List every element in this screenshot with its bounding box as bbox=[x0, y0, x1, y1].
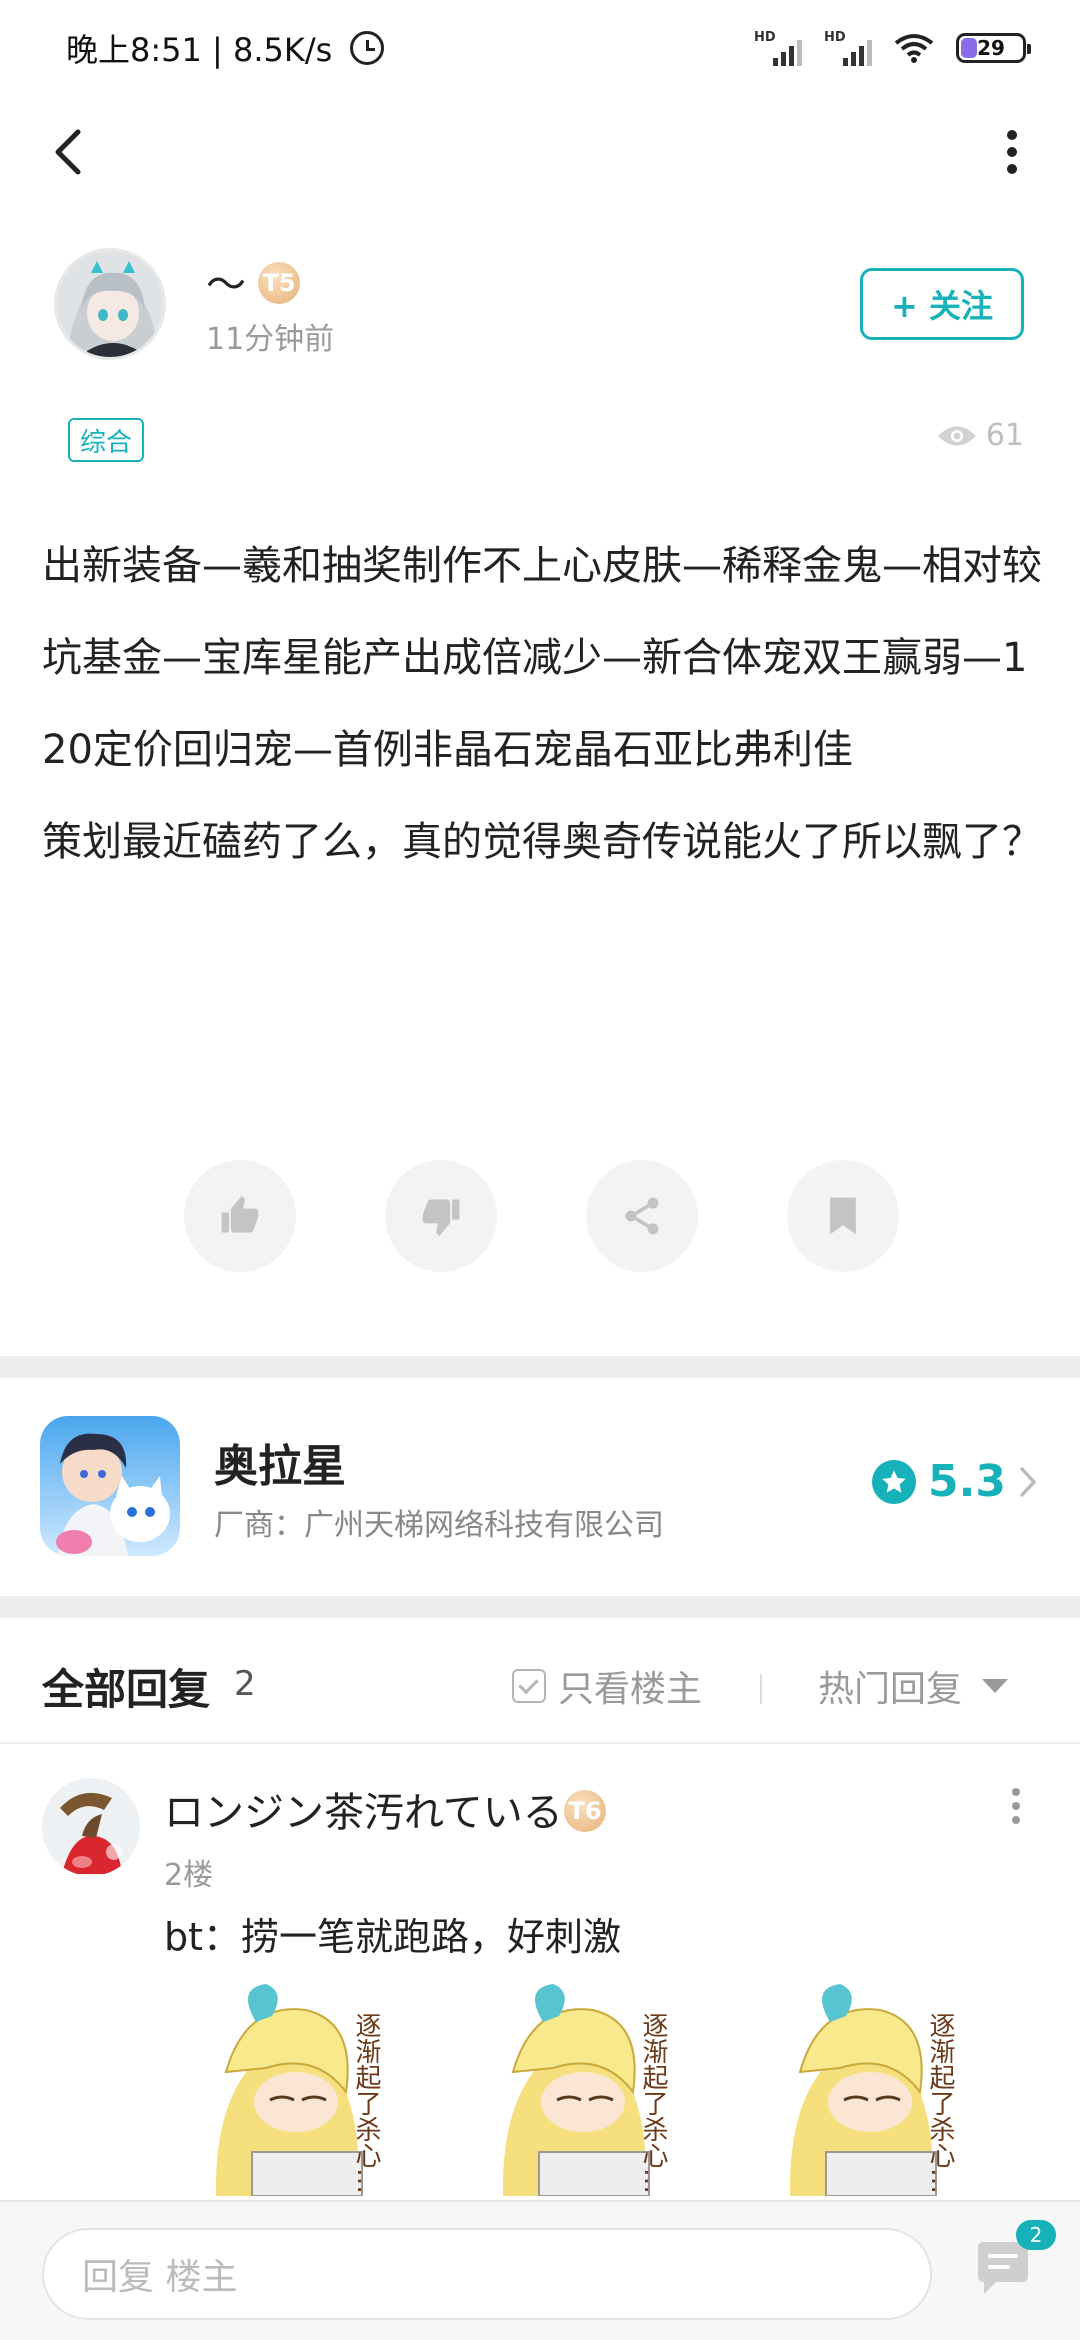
eye-icon bbox=[937, 426, 976, 445]
game-card[interactable]: 奥拉星 厂商：广州天梯网络科技有限公司 5.3 bbox=[0, 1378, 1080, 1596]
header-separator bbox=[760, 1674, 762, 1704]
reply-item: ロンジン茶汚れている T6 2楼 bt：捞一笔就跑路，好刺激 逐渐起了杀心… 逐… bbox=[0, 1746, 1080, 2206]
only-op-label: 只看楼主 bbox=[558, 1669, 703, 1710]
reply-text: bt：捞一笔就跑路，好刺激 bbox=[164, 1915, 622, 1959]
reply-author-name[interactable]: ロンジン茶汚れている bbox=[164, 1780, 563, 1838]
follow-button-label: + 关注 bbox=[891, 287, 993, 325]
sticker-caption-2: 逐渐起了杀心… bbox=[638, 2012, 668, 2194]
category-label: 综合 bbox=[80, 427, 133, 458]
like-button[interactable] bbox=[184, 1160, 296, 1272]
author-row: 〜 T5 11分钟前 + 关注 bbox=[0, 240, 1080, 370]
view-count-value: 61 bbox=[985, 418, 1024, 453]
follow-button[interactable]: + 关注 bbox=[860, 268, 1024, 340]
bottom-bar: 回复 楼主 2 bbox=[0, 2200, 1080, 2340]
reply-input[interactable]: 回复 楼主 bbox=[42, 2228, 932, 2320]
battery-level: 29 bbox=[977, 36, 1005, 60]
triangle-down-icon bbox=[982, 1679, 1009, 1693]
thumb-up-icon bbox=[221, 1195, 259, 1233]
status-bar: 晚上8:51 | 8.5K/s HD HD 29 bbox=[0, 0, 1080, 96]
author-name[interactable]: 〜 bbox=[206, 252, 246, 310]
section-divider bbox=[0, 1356, 1080, 1378]
share-button[interactable] bbox=[586, 1160, 698, 1272]
checkbox-icon bbox=[512, 1669, 546, 1703]
author-avatar[interactable] bbox=[54, 248, 166, 360]
level-badge: T5 bbox=[258, 262, 300, 304]
reply-more-button[interactable] bbox=[996, 1776, 1036, 1836]
status-time-speed: 晚上8:51 | 8.5K/s bbox=[66, 31, 333, 69]
chevron-right-icon bbox=[1020, 1466, 1037, 1497]
section-divider-2 bbox=[0, 1596, 1080, 1618]
bookmark-icon bbox=[830, 1197, 856, 1235]
reply-level-label: T6 bbox=[568, 1797, 602, 1825]
signal-icon-2: HD bbox=[824, 30, 872, 66]
dislike-button[interactable] bbox=[385, 1160, 497, 1272]
reply-stickers: 逐渐起了杀心… 逐渐起了杀心… 逐渐起了杀心… bbox=[196, 1982, 995, 2197]
only-op-toggle[interactable]: 只看楼主 bbox=[512, 1660, 702, 1712]
comments-button[interactable]: 2 bbox=[972, 2220, 1056, 2308]
back-arrow-icon bbox=[55, 129, 81, 175]
game-icon bbox=[40, 1416, 180, 1556]
comment-count-badge: 2 bbox=[1016, 2220, 1056, 2250]
category-tag[interactable]: 综合 bbox=[68, 418, 145, 462]
back-button[interactable] bbox=[36, 120, 100, 184]
signal-icon: HD bbox=[754, 30, 802, 66]
reply-avatar[interactable] bbox=[42, 1778, 140, 1876]
rating-value: 5.3 bbox=[928, 1456, 1006, 1507]
share-icon bbox=[625, 1197, 659, 1235]
wifi-icon bbox=[894, 33, 934, 63]
game-vendor: 厂商：广州天梯网络科技有限公司 bbox=[214, 1508, 664, 1543]
sort-dropdown[interactable]: 热门回复 bbox=[818, 1660, 1009, 1712]
level-badge-label: T5 bbox=[262, 269, 296, 297]
sticker-image[interactable]: 逐渐起了杀心… bbox=[196, 1982, 421, 2197]
reply-level-badge: T6 bbox=[564, 1790, 606, 1832]
sort-label: 热门回复 bbox=[818, 1669, 963, 1710]
alarm-icon bbox=[350, 31, 385, 65]
replies-header: 全部回复 2 只看楼主 热门回复 bbox=[0, 1618, 1080, 1744]
status-right: HD HD 29 bbox=[754, 30, 1031, 66]
bookmark-button[interactable] bbox=[787, 1160, 899, 1272]
post-actions bbox=[0, 1160, 1080, 1272]
star-icon bbox=[872, 1459, 917, 1504]
replies-count: 2 bbox=[234, 1664, 256, 1704]
view-count: 61 bbox=[936, 418, 1024, 453]
game-rating: 5.3 bbox=[872, 1456, 1040, 1507]
top-nav bbox=[0, 96, 1080, 208]
post-body: 出新装备—羲和抽奖制作不上心皮肤—稀释金鬼—相对较坑基金—宝库星能产出成倍减少—… bbox=[42, 543, 1042, 865]
reply-floor: 2楼 bbox=[164, 1858, 214, 1893]
sticker-caption: 逐渐起了杀心… bbox=[351, 2012, 381, 2194]
more-options-button[interactable] bbox=[980, 120, 1044, 184]
status-left: 晚上8:51 | 8.5K/s bbox=[66, 25, 385, 71]
reply-input-placeholder: 回复 楼主 bbox=[82, 2257, 238, 2298]
replies-title: 全部回复 bbox=[42, 1665, 211, 1714]
post-time: 11分钟前 bbox=[206, 322, 335, 357]
sticker-caption-3: 逐渐起了杀心… bbox=[925, 2012, 955, 2194]
thumb-down-icon bbox=[422, 1199, 460, 1237]
battery-icon: 29 bbox=[956, 33, 1031, 63]
game-title: 奥拉星 bbox=[214, 1441, 346, 1492]
sticker-image-3[interactable]: 逐渐起了杀心… bbox=[770, 1982, 995, 2197]
sticker-image-2[interactable]: 逐渐起了杀心… bbox=[483, 1982, 708, 2197]
